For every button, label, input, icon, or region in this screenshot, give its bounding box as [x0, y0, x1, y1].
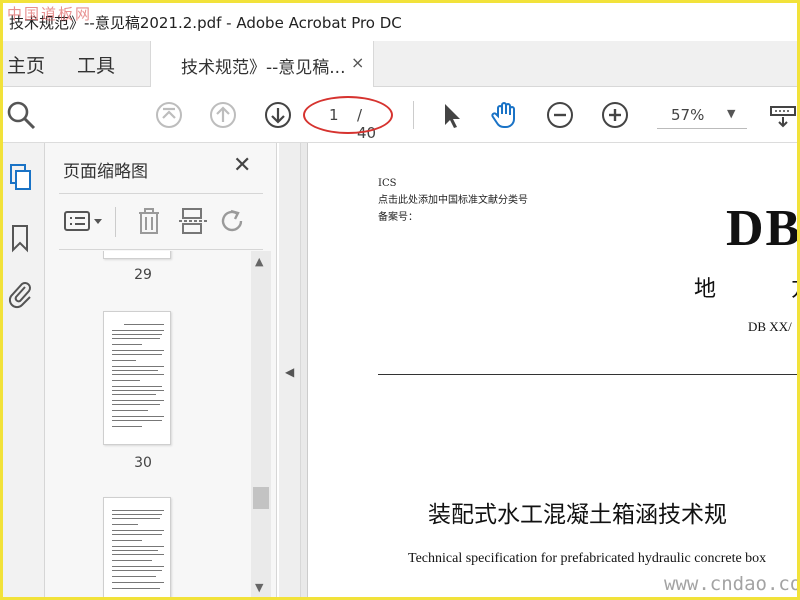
delete-icon[interactable]	[133, 205, 165, 237]
select-pointer-icon[interactable]	[435, 99, 467, 131]
tab-document[interactable]: 技术规范》--意见稿... ×	[150, 41, 374, 87]
hand-tool-icon[interactable]	[489, 99, 521, 131]
rotate-icon[interactable]	[217, 205, 249, 237]
document-view[interactable]: ICS 点击此处添加中国标准文献分类号 备案号： DB 地 方 DB XX/ 装…	[301, 143, 800, 597]
db-standard-mark: DB	[726, 200, 800, 257]
attachment-icon[interactable]	[7, 279, 35, 309]
toolbar-divider	[413, 101, 414, 129]
thumbnail-scrollbar[interactable]: ▲ ▼	[251, 251, 271, 597]
divider	[59, 193, 263, 194]
bookmark-icon[interactable]	[7, 223, 35, 253]
panel-toolbar	[59, 199, 263, 247]
page-thumbnails-icon[interactable]	[7, 163, 35, 193]
divider	[59, 249, 263, 250]
tab-bar: 主页 工具 技术规范》--意见稿... ×	[3, 41, 797, 87]
header-rule	[378, 374, 797, 375]
local-standard-label: 地 方	[694, 277, 797, 302]
navigation-rail	[3, 143, 45, 597]
document-page: ICS 点击此处添加中国标准文献分类号 备案号： DB 地 方 DB XX/ 装…	[307, 143, 800, 597]
zoom-out-icon[interactable]	[544, 99, 576, 131]
title-bar: 技术规范》--意见稿2021.2.pdf - Adobe Acrobat Pro…	[3, 3, 797, 41]
tab-close-icon[interactable]: ×	[351, 53, 364, 72]
tab-tools[interactable]: 工具	[77, 51, 115, 78]
chevron-left-icon[interactable]: ◀	[285, 365, 294, 379]
toolbar: 1 / 40 57% ▼	[3, 87, 797, 143]
page-number-annotation-circle	[303, 96, 393, 134]
previous-page-icon[interactable]	[207, 99, 239, 131]
next-page-icon[interactable]	[262, 99, 294, 131]
first-page-icon[interactable]	[153, 99, 185, 131]
ics-label: ICS	[378, 178, 397, 189]
page-number-label: 29	[134, 267, 152, 283]
chevron-up-icon[interactable]: ▲	[255, 255, 263, 268]
toolbar-divider	[115, 207, 116, 237]
fit-page-icon[interactable]	[767, 99, 797, 131]
document-header-info: ICS 点击此处添加中国标准文献分类号 备案号：	[378, 175, 528, 226]
scrollbar-thumb[interactable]	[253, 487, 269, 509]
collapse-panel-handle[interactable]: ◀	[279, 143, 301, 597]
page-thumbnail-30[interactable]	[103, 311, 171, 445]
page-thumbnails-panel: 页面缩略图 ✕ 29 30 ▲ ▼	[45, 143, 277, 597]
document-title-en: Technical specification for prefabricate…	[408, 551, 767, 566]
extract-pages-icon[interactable]	[177, 205, 209, 237]
chevron-down-icon[interactable]: ▼	[255, 581, 263, 594]
record-number-label: 备案号：	[378, 212, 418, 223]
options-menu-icon[interactable]	[63, 205, 107, 237]
watermark-url: www.cndao.com	[664, 573, 800, 595]
watermark-logo-top: 中国道板网	[7, 5, 93, 23]
search-icon[interactable]	[5, 99, 37, 131]
chevron-down-icon: ▼	[727, 107, 736, 120]
close-icon[interactable]: ✕	[233, 153, 251, 178]
app-window: 技术规范》--意见稿2021.2.pdf - Adobe Acrobat Pro…	[0, 0, 800, 600]
page-thumbnail-29[interactable]	[103, 251, 171, 259]
tab-document-label: 技术规范》--意见稿...	[181, 58, 346, 78]
zoom-level-select[interactable]: 57% ▼	[657, 101, 747, 129]
document-title-cn: 装配式水工混凝土箱涵技术规	[428, 502, 727, 528]
standard-code: DB XX/	[748, 319, 792, 334]
zoom-in-icon[interactable]	[599, 99, 631, 131]
zoom-level-value: 57%	[671, 106, 705, 124]
page-number-label: 30	[134, 455, 152, 471]
tab-home[interactable]: 主页	[7, 51, 45, 78]
panel-title: 页面缩略图	[63, 162, 148, 182]
classification-placeholder: 点击此处添加中国标准文献分类号	[378, 195, 528, 206]
page-thumbnail-31[interactable]	[103, 497, 171, 597]
thumbnail-list: 29 30	[59, 251, 251, 597]
